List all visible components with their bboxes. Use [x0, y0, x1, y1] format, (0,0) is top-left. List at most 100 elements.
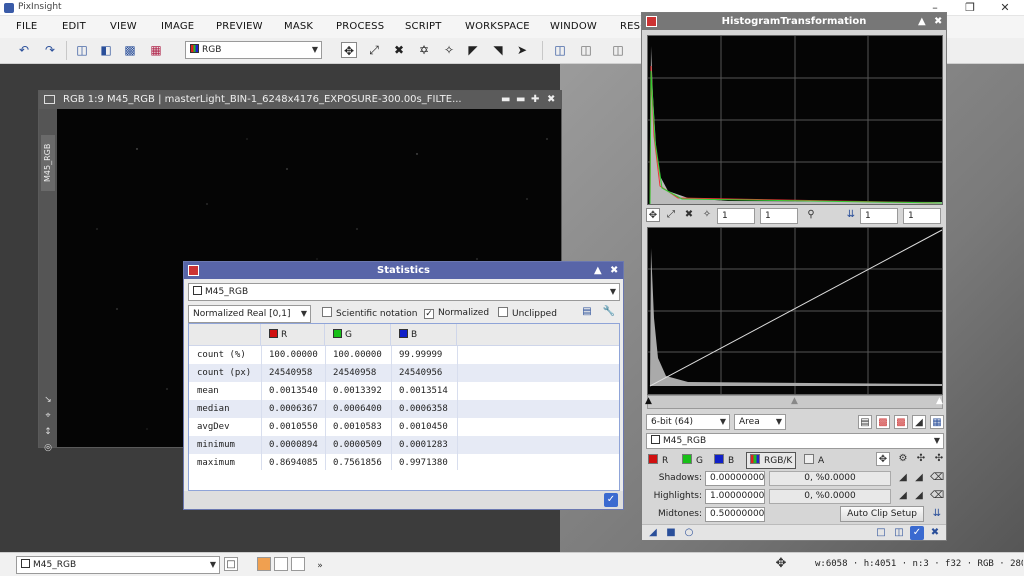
menu-image[interactable]: IMAGE: [161, 21, 194, 32]
shadows-reset-icon[interactable]: ⌫: [930, 471, 944, 485]
menu-file[interactable]: FILE: [16, 21, 37, 32]
graph-mode-select[interactable]: Area ▼: [734, 414, 786, 430]
channel-rgbk-toggle[interactable]: RGB/K: [746, 452, 797, 469]
toolbar-extra-icon[interactable]: ◫: [610, 42, 626, 58]
highlights-histogram-icon[interactable]: ◢: [896, 489, 910, 503]
shade-icon[interactable]: ▬: [516, 91, 525, 109]
input-histogram-plot[interactable]: [647, 35, 943, 205]
new-image-icon[interactable]: ▩: [122, 42, 138, 58]
plot-accumulated-icon[interactable]: ▩: [894, 415, 908, 429]
midtones-slider-handle[interactable]: ▲: [791, 396, 798, 406]
redo-icon[interactable]: ↷: [42, 42, 58, 58]
target-icon[interactable]: ✣: [914, 452, 928, 466]
magnifier-icon[interactable]: ⚲: [804, 208, 818, 222]
duplicate-image-icon[interactable]: ◧: [98, 42, 114, 58]
color-space-icon[interactable]: ▦: [148, 42, 164, 58]
fit-view-icon[interactable]: ⤢: [664, 208, 678, 222]
gear-icon[interactable]: ⚙: [896, 452, 910, 466]
vertical-zoom-spinner[interactable]: 1: [760, 208, 798, 224]
new-instance-icon[interactable]: ◢: [646, 526, 660, 540]
chevron-double-down-icon[interactable]: ⇊: [930, 507, 944, 521]
midtones-input[interactable]: 0.50000000: [705, 507, 765, 522]
more-icon[interactable]: »: [313, 559, 327, 573]
real-time-preview-icon[interactable]: ○: [682, 526, 696, 540]
statistics-view-select[interactable]: M45_RGB ▼: [188, 283, 620, 301]
highlights-reset-icon[interactable]: ⌫: [930, 489, 944, 503]
reject-shadows-icon[interactable]: ▤: [858, 415, 872, 429]
resize-icon[interactable]: ↘: [43, 395, 53, 405]
explorer-icon[interactable]: ◫: [552, 42, 568, 58]
close-icon[interactable]: ✖: [934, 13, 942, 30]
shade-icon[interactable]: ▲: [918, 13, 926, 30]
mask-invert-icon[interactable]: [291, 557, 305, 571]
menu-view[interactable]: VIEW: [110, 21, 137, 32]
channel-r-toggle[interactable]: R: [648, 454, 668, 467]
undo-icon[interactable]: ↶: [16, 42, 32, 58]
output-vertical-zoom-spinner[interactable]: 1: [903, 208, 941, 224]
apply-checkmark-icon[interactable]: ✓: [604, 493, 618, 507]
reset-icon[interactable]: ✖: [928, 526, 942, 540]
process-console-icon[interactable]: ◫: [578, 42, 594, 58]
track-view-icon[interactable]: ◫: [892, 526, 906, 540]
view-explorer-icon[interactable]: □: [224, 557, 238, 571]
target-icon[interactable]: ◎: [43, 443, 53, 453]
shadows-slider-handle[interactable]: ▲: [645, 396, 652, 406]
menu-edit[interactable]: EDIT: [62, 21, 86, 32]
flip-icon[interactable]: ↕: [43, 427, 53, 437]
chevron-double-down-icon[interactable]: ⇊: [844, 208, 858, 222]
preview-mode-icon[interactable]: ◤: [465, 42, 481, 58]
statusbar-view-select[interactable]: M45_RGB ▼: [16, 556, 220, 574]
menu-script[interactable]: SCRIPT: [405, 21, 442, 32]
histogram-view-select[interactable]: M45_RGB ▼: [646, 433, 944, 449]
restore-icon[interactable]: ❐: [955, 0, 985, 16]
menu-window[interactable]: WINDOW: [550, 21, 597, 32]
shade-icon[interactable]: ▲: [594, 262, 602, 279]
pan-mode-icon[interactable]: ✥: [341, 42, 357, 58]
transfer-function-plot[interactable]: [647, 227, 943, 395]
shadows-auto-icon[interactable]: ◢: [912, 471, 926, 485]
menu-process[interactable]: PROCESS: [336, 21, 384, 32]
pointer-icon[interactable]: ➤: [514, 42, 530, 58]
mask-icon[interactable]: [257, 557, 271, 571]
menu-workspace[interactable]: WORKSPACE: [465, 21, 530, 32]
view-tab[interactable]: M45_RGB: [41, 135, 55, 191]
shadows-histogram-icon[interactable]: ◢: [896, 471, 910, 485]
histogram-title-bar[interactable]: HistogramTransformation ▲ ✖: [642, 13, 946, 30]
apply-checkmark-icon[interactable]: ✓: [910, 526, 924, 540]
channel-b-toggle[interactable]: B: [714, 454, 734, 467]
auto-clip-setup-button[interactable]: Auto Clip Setup: [840, 506, 924, 522]
channel-g-toggle[interactable]: G: [682, 454, 703, 467]
highlights-slider-handle[interactable]: ▲: [936, 396, 943, 406]
resolution-select[interactable]: 6-bit (64) ▼: [646, 414, 730, 430]
unclipped-checkbox[interactable]: Unclipped: [498, 307, 557, 320]
zoom-mode-icon[interactable]: ✡: [416, 42, 432, 58]
copy-to-clipboard-icon[interactable]: ▤: [580, 305, 594, 319]
plot-histogram-icon[interactable]: ▩: [876, 415, 890, 429]
grid-icon[interactable]: ▦: [930, 415, 944, 429]
crosshair-icon[interactable]: ✥: [774, 557, 788, 571]
close-icon[interactable]: ✕: [990, 0, 1020, 16]
pan-mode-icon[interactable]: ✥: [646, 208, 660, 222]
output-horizontal-zoom-spinner[interactable]: 1: [860, 208, 898, 224]
histogram-transformation-window[interactable]: HistogramTransformation ▲ ✖ ✥ ⤢ ✖ ✧ 1 1 …: [641, 12, 947, 541]
highlights-auto-icon[interactable]: ◢: [912, 489, 926, 503]
image-window-title-bar[interactable]: RGB 1:9 M45_RGB | masterLight_BIN-1_6248…: [39, 91, 561, 109]
menu-preview[interactable]: PREVIEW: [216, 21, 263, 32]
edit-preview-icon[interactable]: ◥: [490, 42, 506, 58]
reset-view-icon[interactable]: ✣: [932, 452, 946, 466]
fit-view-icon[interactable]: ⤢: [366, 42, 382, 58]
close-icon[interactable]: ✖: [547, 91, 555, 109]
minimize-icon[interactable]: ▬: [501, 91, 510, 109]
zoom-to-fit-icon[interactable]: ✖: [682, 208, 696, 222]
zoom-to-fit-icon[interactable]: ✖: [391, 42, 407, 58]
plot-curve-icon[interactable]: ◢: [912, 415, 926, 429]
close-icon[interactable]: ✖: [610, 262, 618, 279]
move-mode-icon[interactable]: ✧: [700, 208, 714, 222]
apply-global-icon[interactable]: ■: [664, 526, 678, 540]
highlights-input[interactable]: 1.00000000: [705, 489, 765, 504]
crosshair-icon[interactable]: ⌖: [43, 411, 53, 421]
range-select[interactable]: Normalized Real [0,1] ▼: [188, 305, 311, 323]
shadows-input[interactable]: 0.00000000: [705, 471, 765, 486]
channel-select[interactable]: RGB ▼: [185, 41, 322, 59]
menu-mask[interactable]: MASK: [284, 21, 313, 32]
